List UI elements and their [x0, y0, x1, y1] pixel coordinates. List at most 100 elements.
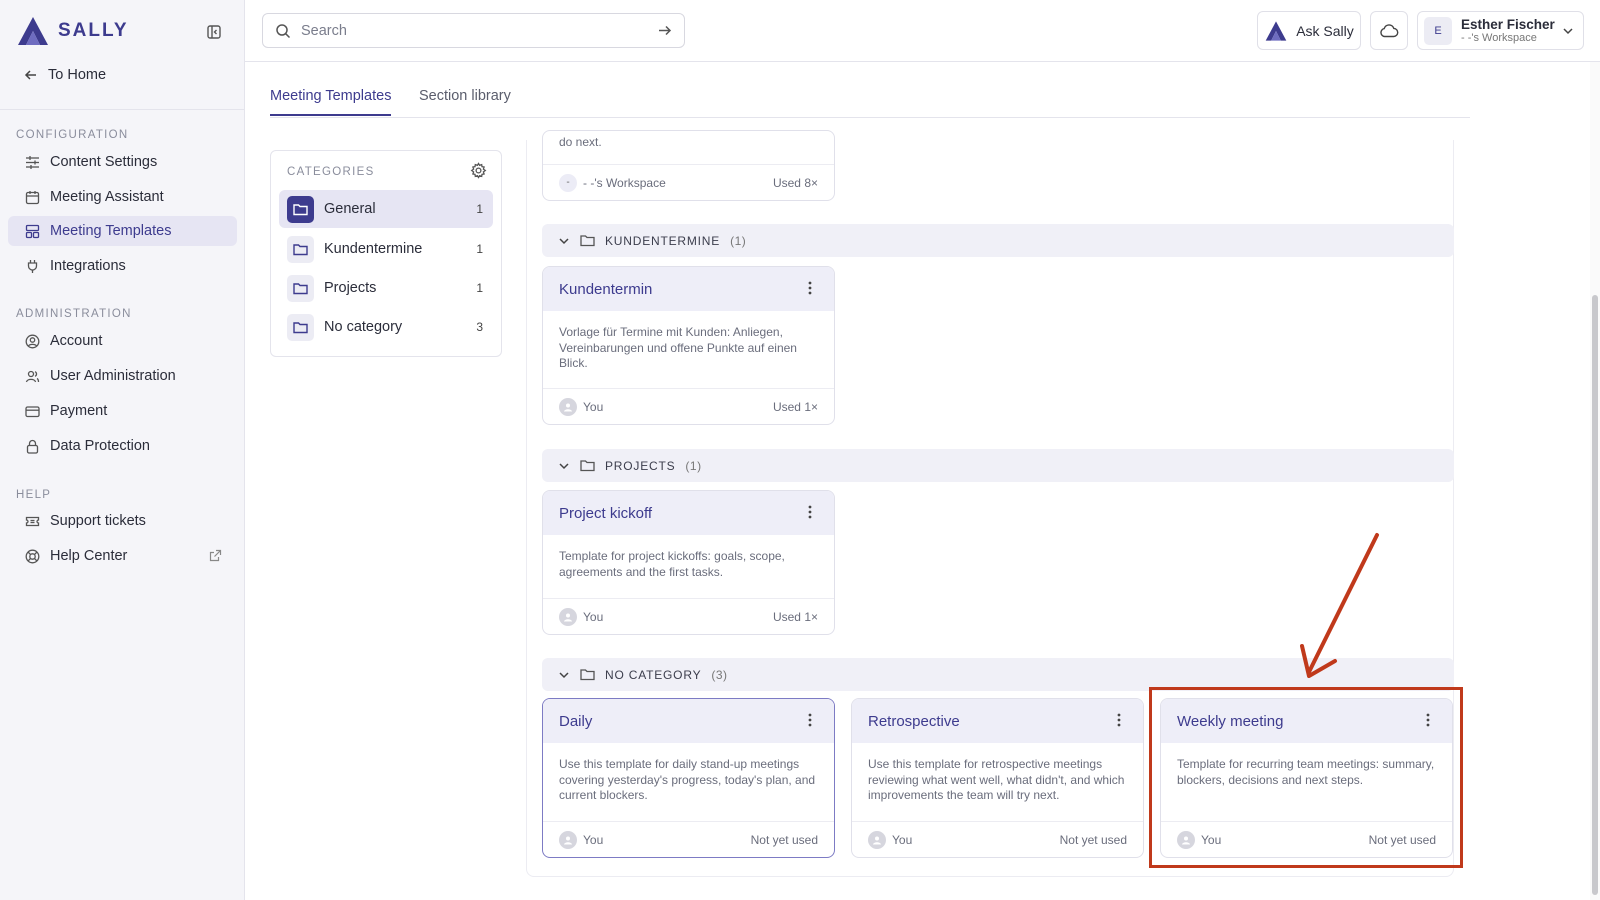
section-help: HELP	[16, 489, 52, 501]
user-avatar-icon	[559, 830, 577, 849]
user-name: Esther Fischer	[1461, 16, 1555, 32]
card-title: Project kickoff	[559, 504, 653, 522]
search-input[interactable]	[301, 22, 647, 39]
nav-label: Meeting Assistant	[50, 189, 164, 205]
scrollbar-thumb[interactable]	[1592, 295, 1598, 895]
template-card-kundentermin[interactable]: Kundentermin Vorlage für Termine mit Kun…	[542, 266, 835, 425]
card-title: Retrospective	[868, 712, 960, 730]
nav-content-settings[interactable]: Content Settings	[8, 147, 237, 177]
group-header-projects[interactable]: PROJECTS (1)	[542, 449, 1454, 482]
folder-icon	[580, 669, 595, 681]
nav-account[interactable]: Account	[8, 326, 237, 356]
nav-label: Account	[50, 333, 103, 349]
card-footer: You Not yet used	[543, 821, 834, 857]
user-avatar-icon	[559, 397, 577, 416]
card-owner: - -'s Workspace	[583, 175, 666, 190]
gear-icon[interactable]	[470, 162, 487, 182]
group-header-kundentermine[interactable]: KUNDENTERMINE (1)	[542, 224, 1454, 257]
folder-icon	[287, 195, 314, 223]
sally-logo[interactable]: SALLY	[16, 15, 129, 47]
card-owner: You	[583, 832, 604, 847]
user-avatar-icon	[559, 607, 577, 626]
category-general[interactable]: General 1	[279, 190, 493, 228]
more-vertical-icon[interactable]	[808, 505, 812, 523]
ask-sally-button[interactable]: Ask Sally	[1257, 11, 1361, 50]
search-box[interactable]	[262, 13, 685, 48]
nav-payment[interactable]: Payment	[8, 396, 237, 426]
nav-user-administration[interactable]: User Administration	[8, 361, 237, 391]
card-usage: Used 1×	[772, 609, 818, 624]
card-description: do next.	[559, 135, 602, 149]
card-footer: - - -'s Workspace Used 8×	[543, 164, 834, 200]
user-circle-icon	[24, 333, 40, 349]
category-label: General	[324, 201, 376, 217]
category-count: 3	[476, 320, 483, 334]
card-usage: Not yet used	[750, 832, 818, 847]
chevron-down-icon	[559, 671, 569, 678]
more-vertical-icon[interactable]	[808, 281, 812, 299]
section-configuration: CONFIGURATION	[16, 129, 129, 141]
chevron-down-icon	[1563, 28, 1573, 35]
card-description: Use this template for daily stand-up mee…	[559, 757, 816, 802]
group-count: (1)	[730, 233, 747, 248]
category-projects[interactable]: Projects 1	[279, 269, 493, 307]
card-footer: You Not yet used	[852, 821, 1143, 857]
card-description: Template for project kickoffs: goals, sc…	[559, 549, 785, 579]
templates-icon	[24, 223, 40, 239]
sliders-icon	[24, 154, 40, 170]
folder-icon	[287, 235, 314, 263]
categories-title: CATEGORIES	[287, 166, 375, 178]
template-card-retrospective[interactable]: Retrospective Use this template for retr…	[851, 698, 1144, 858]
nav-data-protection[interactable]: Data Protection	[8, 431, 237, 461]
avatar: E	[1424, 16, 1452, 45]
template-card-project-kickoff[interactable]: Project kickoff Template for project kic…	[542, 490, 835, 635]
arrow-left-icon	[24, 70, 36, 80]
sally-logo-icon	[18, 17, 48, 45]
more-vertical-icon[interactable]	[808, 713, 812, 731]
category-no-category[interactable]: No category 3	[279, 308, 493, 346]
cloud-button[interactable]	[1370, 11, 1408, 50]
sidebar-collapse-icon[interactable]	[204, 22, 224, 42]
chevron-down-icon	[559, 462, 569, 469]
folder-icon	[580, 235, 595, 247]
tab-meeting-templates[interactable]: Meeting Templates	[270, 88, 392, 116]
template-card-daily[interactable]: Daily Use this template for daily stand-…	[542, 698, 835, 858]
group-count: (1)	[685, 458, 702, 473]
card-usage: Used 8×	[772, 175, 818, 190]
page-scrollbar[interactable]	[1590, 62, 1600, 900]
group-title: NO CATEGORY	[605, 667, 702, 682]
sally-logo-icon	[1265, 20, 1287, 41]
category-label: Kundentermine	[324, 241, 423, 257]
ticket-icon	[24, 513, 40, 529]
nav-label: Support tickets	[50, 513, 146, 529]
nav-label: Content Settings	[50, 154, 158, 170]
nav-label: Data Protection	[50, 438, 150, 454]
category-count: 1	[476, 281, 483, 295]
nav-help-center[interactable]: Help Center	[8, 541, 237, 571]
tab-section-library[interactable]: Section library	[419, 88, 511, 114]
ask-sally-label: Ask Sally	[1296, 22, 1354, 39]
card-owner: You	[892, 832, 913, 847]
arrow-right-icon[interactable]	[657, 23, 672, 38]
lock-icon	[24, 438, 40, 454]
nav-meeting-templates[interactable]: Meeting Templates	[8, 216, 237, 246]
group-title: KUNDENTERMINE	[605, 233, 721, 248]
category-kundentermine[interactable]: Kundentermine 1	[279, 230, 493, 268]
search-icon	[276, 23, 291, 38]
more-vertical-icon[interactable]	[1117, 713, 1121, 731]
categories-panel: CATEGORIES General 1 Kundentermine 1 Pro…	[270, 150, 502, 357]
tab-bar: Meeting Templates Section library	[270, 78, 1470, 118]
section-administration: ADMINISTRATION	[16, 308, 132, 320]
nav-label: Help Center	[50, 548, 128, 564]
card-usage: Used 1×	[772, 399, 818, 414]
card-owner: You	[583, 399, 604, 414]
nav-meeting-assistant[interactable]: Meeting Assistant	[8, 182, 237, 212]
nav-support-tickets[interactable]: Support tickets	[8, 506, 237, 536]
category-label: No category	[324, 319, 403, 335]
to-home-link[interactable]: To Home	[24, 67, 106, 83]
nav-integrations[interactable]: Integrations	[8, 251, 237, 281]
calendar-icon	[24, 189, 40, 205]
template-card[interactable]: do next. - - -'s Workspace Used 8×	[542, 130, 835, 201]
external-link-icon	[209, 549, 223, 563]
user-menu[interactable]: E Esther Fischer - -'s Workspace	[1417, 11, 1584, 50]
